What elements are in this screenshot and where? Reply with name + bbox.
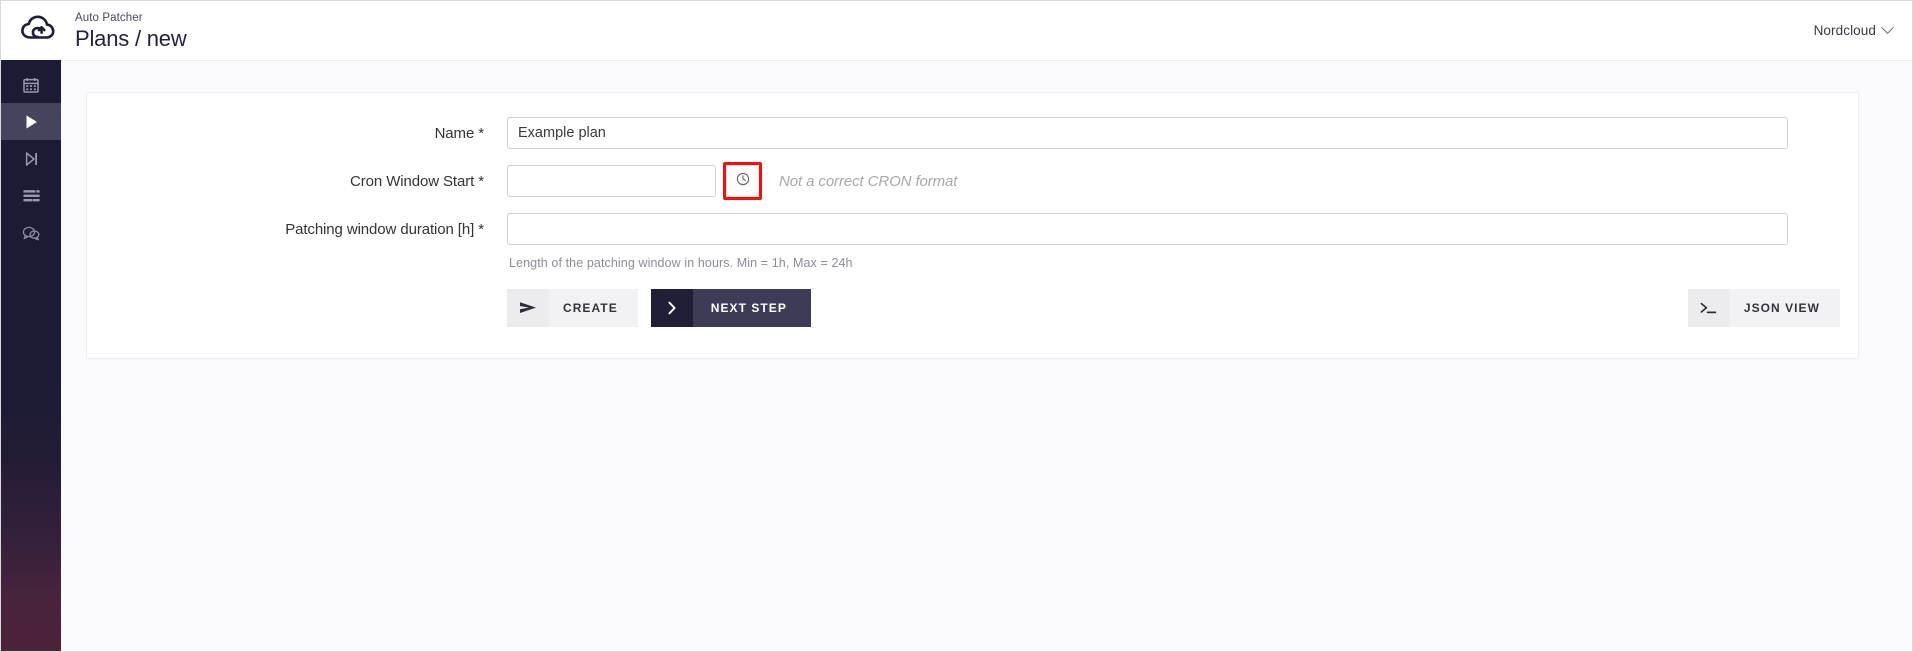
- patching-duration-input[interactable]: [507, 213, 1788, 245]
- terminal-icon: [1687, 289, 1730, 327]
- user-menu-label: Nordcloud: [1813, 23, 1876, 38]
- sidebar-item-runs[interactable]: [1, 140, 61, 177]
- page-heading-block: Auto Patcher Plans / new: [75, 1, 187, 61]
- sidebar-item-chat[interactable]: [1, 214, 61, 251]
- sidebar-item-calendar[interactable]: [1, 66, 61, 103]
- duration-helper-text: Length of the patching window in hours. …: [509, 256, 853, 270]
- form-row-cron: Cron Window Start * Not a correct CRON f…: [87, 162, 1858, 200]
- page-title: Plans / new: [75, 26, 187, 51]
- label-name: Name *: [434, 124, 485, 142]
- clock-icon: [736, 172, 750, 191]
- name-input[interactable]: [507, 117, 1788, 149]
- json-view-button-label: JSON VIEW: [1743, 301, 1820, 315]
- application-window: Auto Patcher Plans / new Nordcloud Name …: [0, 0, 1913, 652]
- create-button[interactable]: CREATE: [507, 289, 638, 327]
- calendar-icon: [23, 77, 39, 93]
- list-icon: [23, 189, 40, 203]
- sidebar-item-list[interactable]: [1, 177, 61, 214]
- sidebar-navigation: [1, 60, 61, 651]
- app-subtitle: Auto Patcher: [75, 12, 143, 24]
- chevron-down-icon: [1881, 21, 1894, 35]
- cron-window-start-input[interactable]: [507, 165, 716, 197]
- skip-next-icon: [24, 151, 39, 167]
- form-row-duration: Patching window duration [h] *: [87, 213, 1858, 245]
- form-row-name: Name *: [87, 117, 1858, 149]
- chat-bubble-icon: [22, 225, 40, 241]
- next-step-button-label: NEXT STEP: [710, 301, 787, 315]
- main-content: Name * Cron Window Start *: [61, 61, 1912, 651]
- next-step-button[interactable]: NEXT STEP: [650, 289, 811, 327]
- play-icon: [24, 114, 39, 130]
- cron-picker-button[interactable]: [726, 165, 759, 197]
- form-actions: CREATE NEXT STEP JSON VIEW: [87, 289, 1858, 327]
- label-cron-window-start: Cron Window Start *: [350, 172, 484, 190]
- app-logo[interactable]: [1, 1, 75, 61]
- top-bar: Auto Patcher Plans / new Nordcloud: [1, 1, 1912, 61]
- sidebar-item-plans[interactable]: [1, 103, 61, 140]
- nordcloud-cloud-logo-icon: [21, 15, 55, 46]
- send-icon: [507, 289, 549, 327]
- label-patching-window-duration: Patching window duration [h] *: [285, 220, 484, 238]
- cron-error-message: Not a correct CRON format: [779, 172, 958, 190]
- helper-row: Length of the patching window in hours. …: [87, 256, 1858, 270]
- user-menu[interactable]: Nordcloud: [1813, 21, 1912, 38]
- plan-form-card: Name * Cron Window Start *: [86, 92, 1859, 359]
- chevron-right-icon: [650, 289, 693, 327]
- create-button-label: CREATE: [563, 301, 618, 315]
- cron-picker-highlight: [723, 162, 762, 200]
- helper-spacer: [87, 256, 507, 270]
- json-view-button[interactable]: JSON VIEW: [1687, 289, 1840, 327]
